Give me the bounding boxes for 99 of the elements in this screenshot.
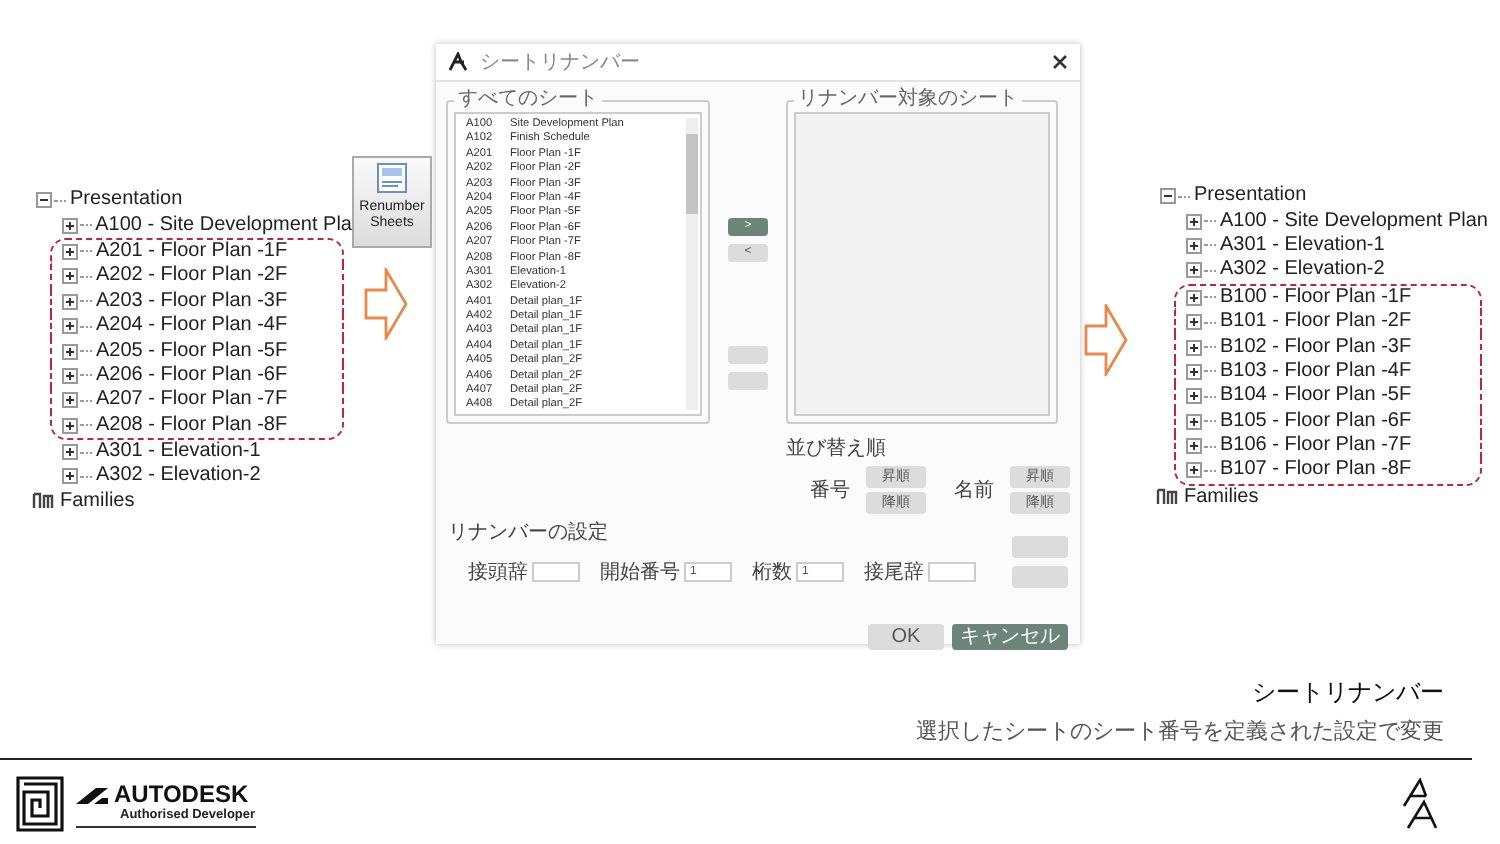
highlighted-tree-row[interactable]: A206 - Floor Plan -6F [50,363,344,389]
highlighted-tree-row[interactable]: A205 - Floor Plan -5F [50,338,344,364]
group-label: すべてのシート [456,90,600,110]
expand-icon[interactable] [1186,388,1202,405]
tree-row[interactable]: A301 - Elevation-1 [1186,233,1490,259]
highlighted-tree-row[interactable]: B100 - Floor Plan -1F [1174,283,1482,310]
group-label: リナンバー対象のシート [796,90,1020,110]
tree-item-label[interactable]: B101 - Floor Plan -2F [1220,310,1412,335]
tree-folder-label[interactable]: Families [1184,485,1259,510]
tree-item-label[interactable]: A100 - Site Development Plan [1220,209,1488,234]
dialog-title: シートリナンバー [480,50,642,76]
tree-item-label[interactable]: B106 - Floor Plan -7F [1220,434,1412,459]
tree-item-label[interactable]: A302 - Elevation-2 [96,464,261,489]
tree-item-label[interactable]: A201 - Floor Plan -1F [96,239,288,264]
field-label: 接尾辞 [864,559,924,586]
collapse-icon[interactable] [1160,188,1176,205]
arrow-icon [364,268,408,340]
tree-item-label[interactable]: A203 - Floor Plan -3F [96,289,288,314]
expand-icon[interactable] [1186,262,1202,279]
highlighted-tree-row[interactable]: A204 - Floor Plan -4F [50,313,344,339]
highlighted-tree-row[interactable]: A203 - Floor Plan -3F [50,289,344,314]
autodesk-logo-icon [76,785,108,803]
tree-item-label[interactable]: B107 - Floor Plan -8F [1220,458,1412,483]
highlighted-tree-row[interactable]: B105 - Floor Plan -6F [1174,409,1482,434]
tree-item-label[interactable]: A301 - Elevation-1 [96,440,261,465]
sheets-icon [376,162,408,194]
field-label: 開始番号 [600,559,680,586]
highlighted-tree-row[interactable]: B107 - Floor Plan -8F [1174,458,1482,486]
expand-icon[interactable] [62,217,78,234]
input-field[interactable] [928,562,976,582]
expand-icon[interactable] [1186,438,1202,455]
field-label: 接頭辞 [468,559,528,586]
app-logo-icon [448,52,468,72]
expand-icon[interactable] [62,343,78,360]
expand-icon[interactable] [62,318,78,335]
maze-logo-icon [16,776,64,832]
tree-item-label[interactable]: A207 - Floor Plan -7F [96,388,288,413]
section-label: リナンバーの設定 [448,519,610,546]
highlighted-tree-row[interactable]: B104 - Floor Plan -5F [1174,384,1482,410]
expand-icon[interactable] [1186,413,1202,430]
tree-item-label[interactable]: B104 - Floor Plan -5F [1220,384,1412,409]
expand-icon[interactable] [62,293,78,310]
collapse-icon[interactable] [36,192,52,209]
cancel-button[interactable]: キャンセル [952,624,1068,650]
caption-text: 選択したシートのシート番号を定義された設定で変更 [916,716,1444,746]
tree-item-label[interactable]: B102 - Floor Plan -3F [1220,335,1412,360]
input-field[interactable] [532,562,580,582]
expand-icon[interactable] [62,417,78,434]
field-label: 名前 [954,478,994,504]
tree-folder-label[interactable]: Families [60,489,135,514]
tree-item-label[interactable]: A208 - Floor Plan -8F [96,413,288,438]
expand-icon[interactable] [1186,237,1202,254]
families-icon [1156,488,1178,507]
tree-folder-label[interactable]: Presentation [1194,184,1307,209]
highlighted-tree-row[interactable]: B103 - Floor Plan -4F [1174,359,1482,385]
expand-icon[interactable] [1186,339,1202,356]
tree-row[interactable]: A302 - Elevation-2 [1186,258,1490,284]
monogram-logo-icon [1400,778,1440,830]
tree-item-label[interactable]: A205 - Floor Plan -5F [96,339,288,364]
close-icon[interactable] [1052,54,1068,70]
expand-icon[interactable] [62,392,78,409]
brand-name: AUTODESK [114,780,249,808]
highlighted-tree-row[interactable]: A207 - Floor Plan -7F [50,388,344,414]
field-label: 桁数 [752,559,792,586]
field-label: 番号 [810,477,850,504]
expand-icon[interactable] [62,367,78,384]
expand-icon[interactable] [62,468,78,485]
scrollbar[interactable] [686,118,698,410]
expand-icon[interactable] [62,243,78,260]
expand-icon[interactable] [1186,363,1202,380]
arrow-icon [1084,304,1128,376]
families-icon [32,492,54,511]
expand-icon[interactable] [1186,462,1202,479]
expand-icon[interactable] [62,268,78,285]
tree-row[interactable]: A301 - Elevation-1 [62,439,352,465]
expand-icon[interactable] [1186,213,1202,230]
tree-row[interactable]: A302 - Elevation-2 [62,464,352,490]
highlighted-tree-row[interactable]: A202 - Floor Plan -2F [50,264,344,290]
tree-item-label[interactable]: A301 - Elevation-1 [1220,233,1385,258]
tree-item-label[interactable]: A204 - Floor Plan -4F [96,314,288,339]
tree-item-label[interactable]: B105 - Floor Plan -6F [1220,409,1412,434]
tree-item-label[interactable]: B100 - Floor Plan -1F [1220,285,1412,310]
highlighted-tree-row[interactable]: A201 - Floor Plan -1F [50,237,344,265]
highlighted-tree-row[interactable]: B106 - Floor Plan -7F [1174,433,1482,459]
expand-icon[interactable] [1186,289,1202,306]
tree-item-label[interactable]: A202 - Floor Plan -2F [96,264,288,289]
tree-item-label[interactable]: A206 - Floor Plan -6F [96,363,288,388]
tree-item-label[interactable]: A302 - Elevation-2 [1220,258,1385,283]
sheet-list[interactable] [454,112,702,416]
expand-icon[interactable] [1186,314,1202,331]
highlighted-tree-row[interactable]: B101 - Floor Plan -2F [1174,309,1482,335]
section-label: 並び替え順 [786,435,888,462]
highlighted-tree-row[interactable]: A208 - Floor Plan -8F [50,413,344,440]
highlighted-tree-row[interactable]: B102 - Floor Plan -3F [1174,334,1482,360]
caption-title: シートリナンバー [1252,676,1444,710]
tree-folder-label[interactable]: Presentation [70,188,183,213]
tree-item-label[interactable]: B103 - Floor Plan -4F [1220,359,1412,384]
expand-icon[interactable] [62,444,78,461]
tree-row[interactable]: A100 - Site Development Plan [1186,208,1490,234]
